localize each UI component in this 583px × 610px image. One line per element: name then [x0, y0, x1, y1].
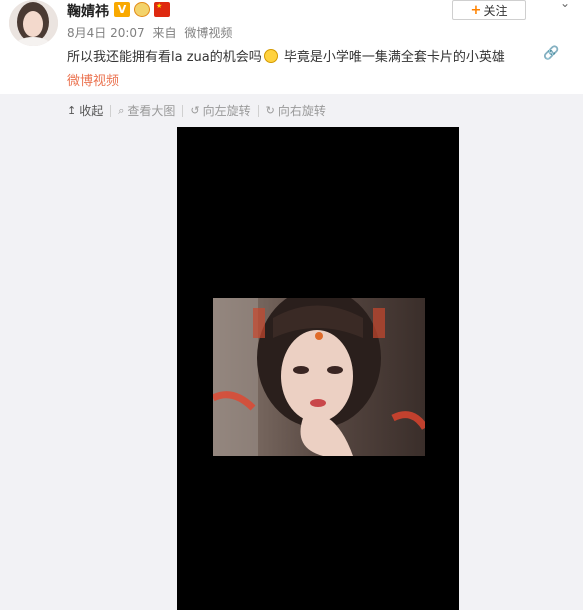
verified-v-badge[interactable]: V: [114, 2, 130, 17]
post-text-part-2: 毕竟是小学唯一集满全套卡片的小英雄: [279, 50, 505, 65]
badge-group: V: [114, 2, 170, 18]
toolbar-divider: [110, 104, 112, 117]
rotate-left-button[interactable]: ↺ 向左旋转: [190, 102, 250, 119]
collapse-label: 收起: [79, 104, 104, 118]
video-frame-image: [213, 298, 425, 456]
post-meta: 8月4日 20:07 来自 微博视频: [67, 24, 236, 41]
post-source[interactable]: 微博视频: [184, 26, 232, 40]
video-link[interactable]: 微博视频: [67, 70, 119, 89]
media-toolbar: ↥ 收起 ⌕ 查看大图 ↺ 向左旋转 ↻ 向右旋转: [67, 102, 326, 119]
collapse-button[interactable]: ↥ 收起: [67, 102, 103, 119]
post-text-part-1: 所以我还能拥有看la zua的机会吗: [67, 50, 262, 65]
emoji-icon: [263, 49, 278, 63]
toolbar-divider: [257, 104, 259, 117]
post-text: 所以我还能拥有看la zua的机会吗 毕竟是小学唯一集满全套卡片的小英雄: [67, 46, 505, 65]
view-large-button[interactable]: ⌕ 查看大图: [118, 102, 175, 119]
plus-icon: +: [470, 2, 482, 18]
follow-button[interactable]: + 关注: [452, 0, 526, 20]
link-icon: 🔗: [543, 46, 560, 61]
rotate-right-button[interactable]: ↻ 向右旋转: [266, 102, 326, 119]
rotate-left-label: 向左旋转: [202, 104, 251, 118]
post-header: 鞠婧祎 V + 关注 ⌄ 8月4日 20:07 来自 微博视频 所以我还能拥有看…: [0, 0, 583, 94]
china-flag-badge[interactable]: [154, 2, 170, 17]
source-prefix: 来自: [152, 26, 177, 40]
username[interactable]: 鞠婧祎: [67, 1, 109, 21]
avatar[interactable]: [9, 0, 58, 46]
rotate-left-icon: ↺: [190, 104, 200, 117]
follow-label: 关注: [483, 3, 508, 18]
toolbar-divider: [182, 104, 184, 117]
upload-arrow-icon: ↥: [67, 104, 77, 117]
search-icon: ⌕: [118, 103, 125, 117]
view-large-label: 查看大图: [127, 104, 176, 118]
rotate-right-icon: ↻: [265, 104, 275, 117]
post-date[interactable]: 8月4日 20:07: [67, 26, 145, 40]
medal-badge[interactable]: [134, 2, 150, 17]
chevron-down-icon[interactable]: ⌄: [560, 0, 570, 10]
rotate-right-label: 向右旋转: [277, 104, 326, 118]
